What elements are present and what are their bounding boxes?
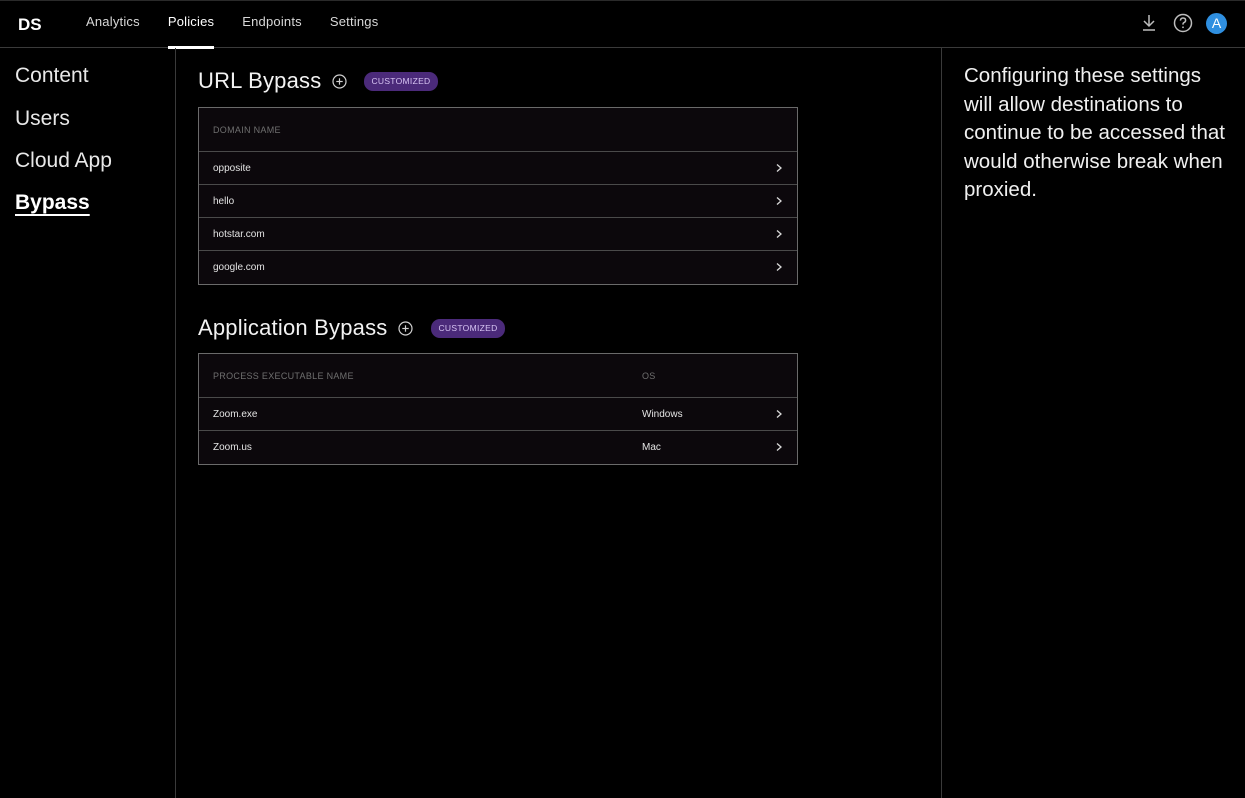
chevron-right-icon [776,230,782,238]
plus-circle-icon [332,73,347,89]
help-icon[interactable] [1172,12,1194,34]
os-cell: Windows [642,409,683,420]
column-header-process-executable-name: PROCESS EXECUTABLE NAME [213,371,354,381]
url-bypass-table: DOMAIN NAME opposite hello hotstar.com g… [198,107,798,285]
ds-logo[interactable]: DS [18,14,48,34]
application-bypass-status-badge: CUSTOMIZED [431,318,505,338]
policies-sidebar: Content Users Cloud App Bypass [0,48,176,798]
add-application-bypass-button[interactable] [397,320,413,336]
main-nav: Analytics Policies Endpoints Settings [72,1,393,49]
help-panel: Configuring these settings will allow de… [941,48,1245,798]
process-cell: Zoom.us [213,442,252,453]
chevron-right-icon [776,410,782,418]
sidebar-item-cloud-app[interactable]: Cloud App [15,149,112,173]
sidebar-item-bypass[interactable]: Bypass [15,191,90,215]
plus-circle-icon [398,320,413,336]
table-row[interactable]: Zoom.exe Windows [199,398,797,431]
table-row[interactable]: hello [199,185,797,218]
add-url-bypass-button[interactable] [331,73,347,89]
chevron-right-icon [776,263,782,271]
url-bypass-title: URL Bypass [198,68,322,93]
user-avatar[interactable]: A [1206,12,1227,34]
column-header-os: OS [642,371,656,381]
main-content: URL Bypass CUSTOMIZED DOMAIN NAME opposi… [177,48,941,798]
chevron-right-icon [776,443,782,451]
url-bypass-status-badge: CUSTOMIZED [364,71,438,91]
application-bypass-title: Application Bypass [198,315,388,340]
top-navigation-bar: DS Analytics Policies Endpoints Settings… [0,0,1245,49]
table-header: DOMAIN NAME [199,108,797,152]
table-row[interactable]: google.com [199,251,797,284]
chevron-right-icon [776,164,782,172]
svg-text:DS: DS [18,15,42,34]
nav-analytics[interactable]: Analytics [72,1,154,48]
domain-cell: google.com [213,262,265,273]
sidebar-item-users[interactable]: Users [15,107,70,131]
nav-endpoints[interactable]: Endpoints [228,1,316,48]
nav-policies[interactable]: Policies [154,1,228,49]
table-row[interactable]: hotstar.com [199,218,797,251]
download-icon[interactable] [1138,12,1160,34]
url-bypass-header: URL Bypass CUSTOMIZED [198,68,438,94]
nav-settings[interactable]: Settings [316,1,393,48]
help-description: Configuring these settings will allow de… [964,64,1225,201]
chevron-right-icon [776,197,782,205]
domain-cell: hotstar.com [213,229,265,240]
os-cell: Mac [642,442,661,453]
application-bypass-header: Application Bypass CUSTOMIZED [198,315,505,341]
column-header-domain-name: DOMAIN NAME [213,125,281,135]
table-row[interactable]: opposite [199,152,797,185]
sidebar-item-content[interactable]: Content [15,64,89,88]
process-cell: Zoom.exe [213,409,258,420]
top-actions: A [1138,12,1227,34]
application-bypass-table: PROCESS EXECUTABLE NAME OS Zoom.exe Wind… [198,353,798,465]
table-header: PROCESS EXECUTABLE NAME OS [199,354,797,398]
table-row[interactable]: Zoom.us Mac [199,431,797,464]
domain-cell: hello [213,196,235,207]
domain-cell: opposite [213,163,251,174]
